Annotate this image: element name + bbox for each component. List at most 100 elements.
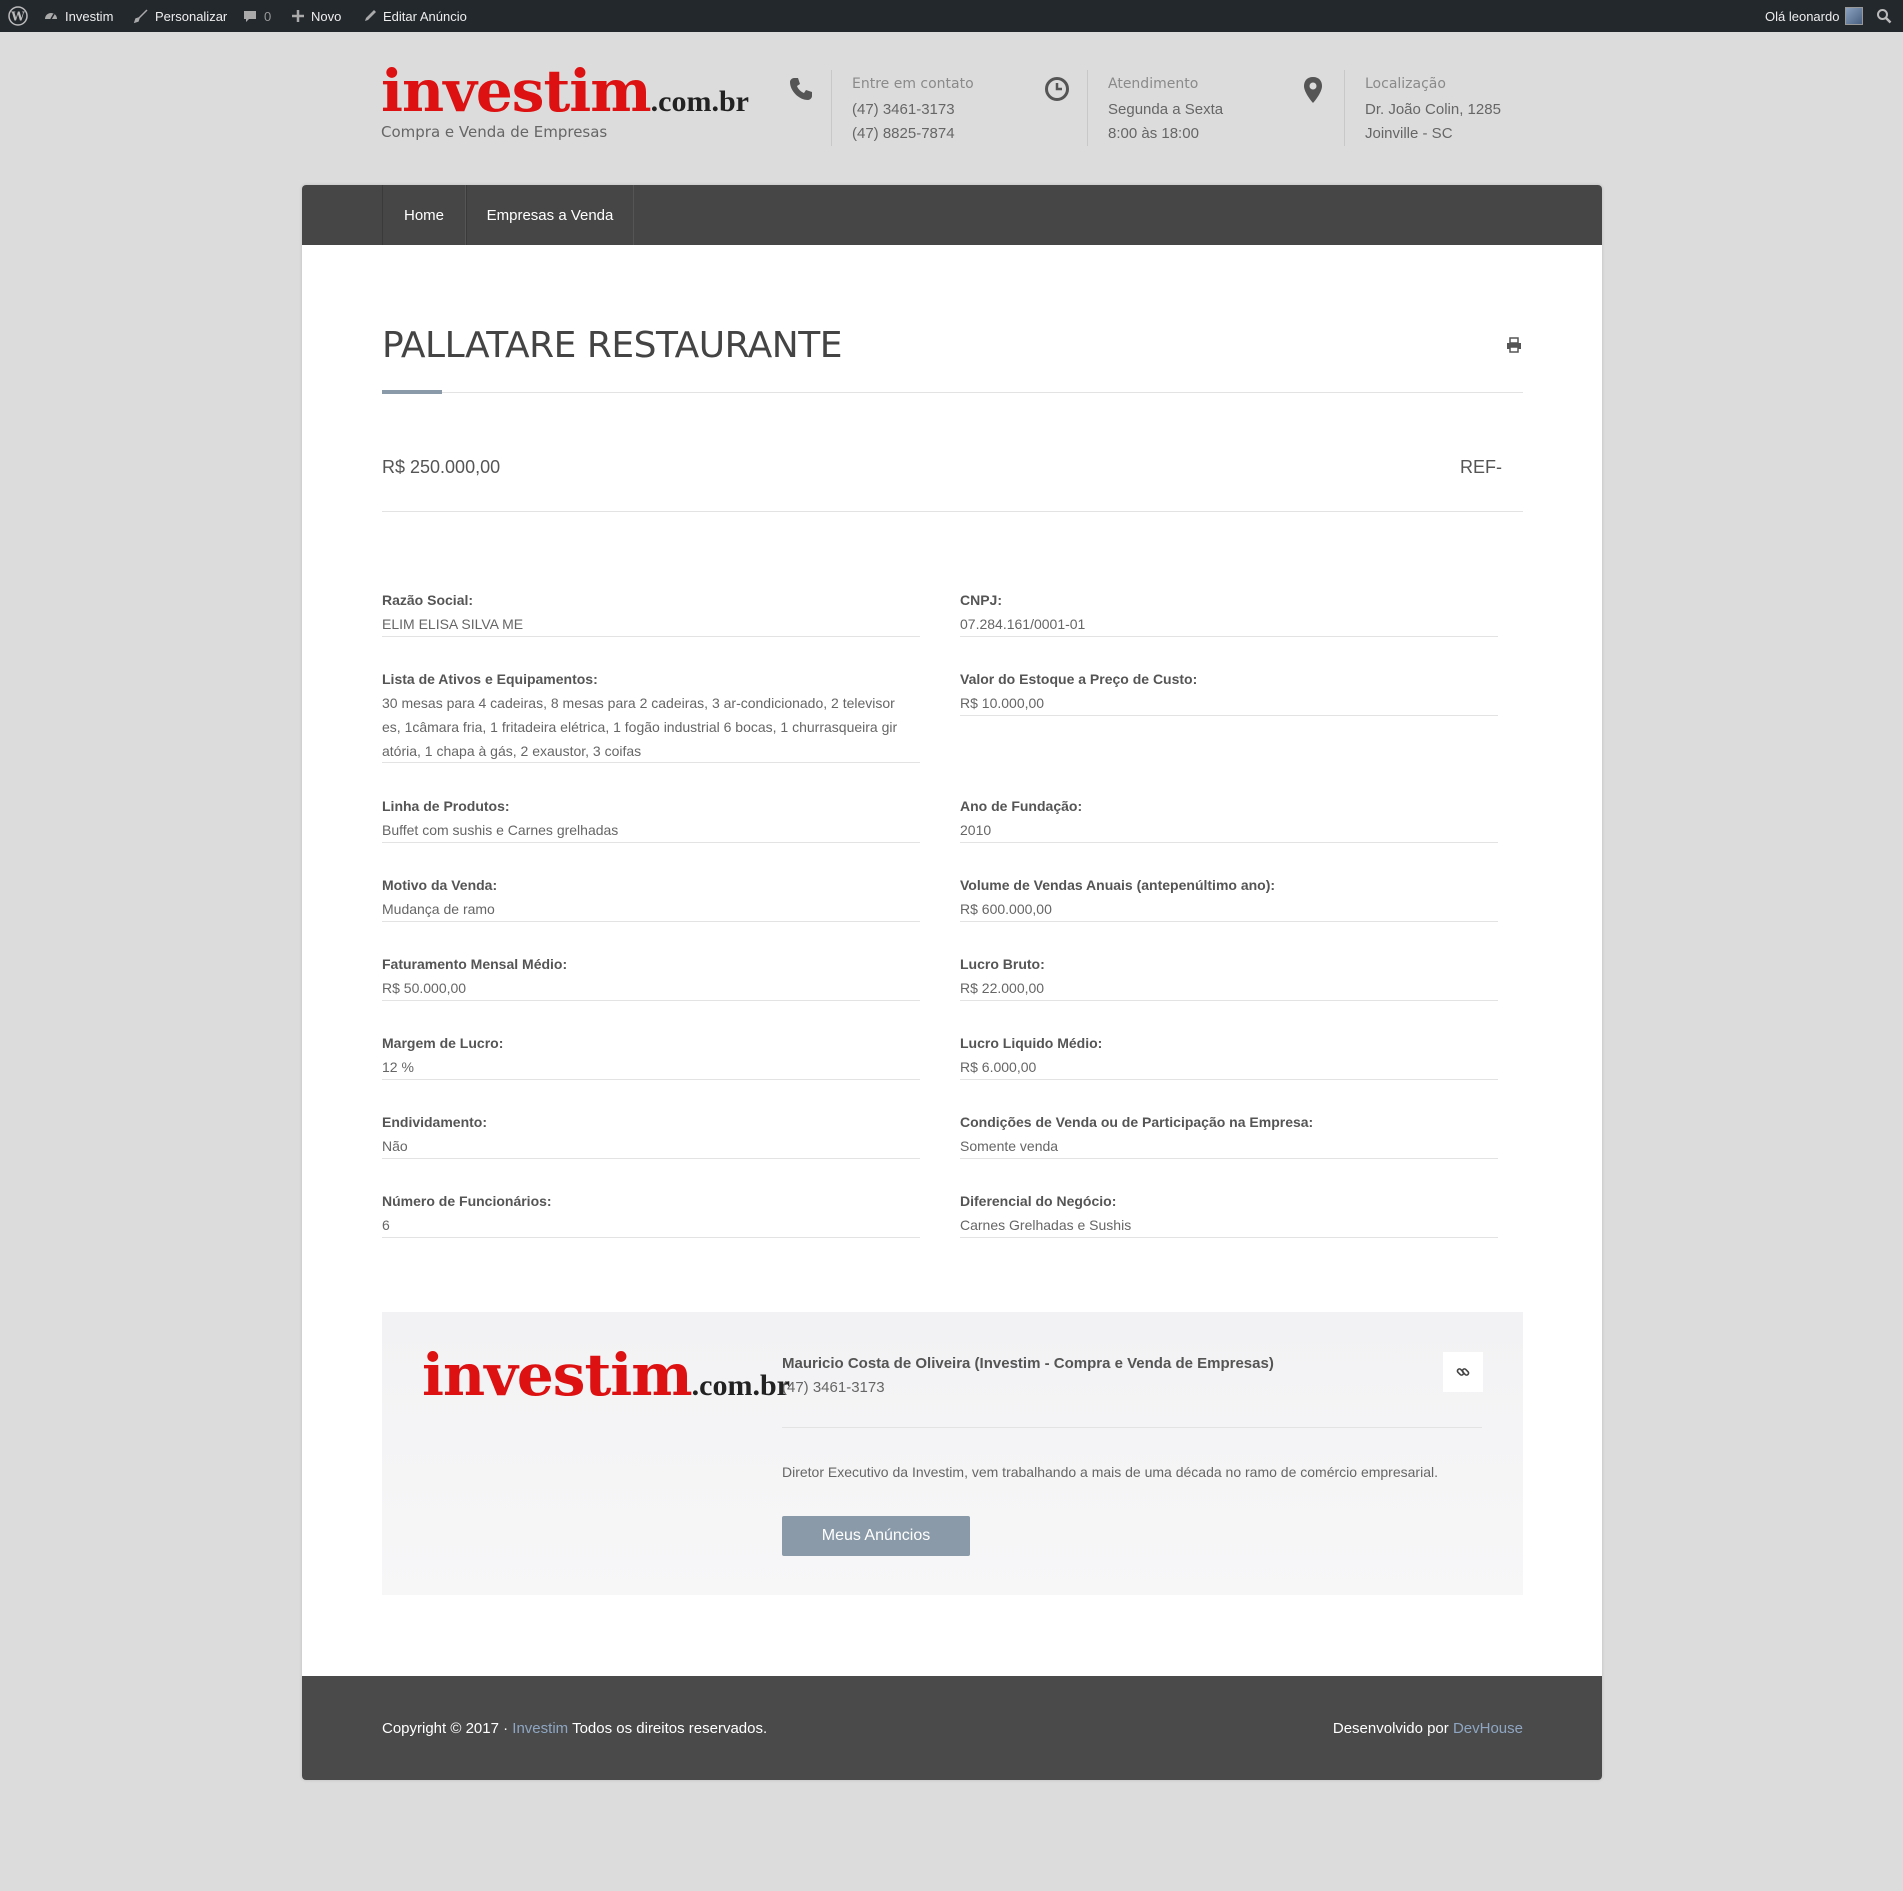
location-city: Joinville - SC <box>1365 125 1453 142</box>
field-cnpj: CNPJ: 07.284.161/0001-01 <box>960 588 1498 637</box>
field-value: Carnes Grelhadas e Sushis <box>960 1217 1132 1233</box>
field-diferencial-do-negocio: Diferencial do Negócio: Carnes Grelhadas… <box>960 1189 1498 1238</box>
phone-icon <box>790 78 812 100</box>
field-label: Faturamento Mensal Médio: <box>382 956 568 972</box>
location-street: Dr. João Colin, 1285 <box>1365 101 1501 118</box>
admin-bar: W Investim Personalizar 0 Novo Editar An… <box>0 0 1903 32</box>
field-label: Lucro Liquido Médio: <box>960 1035 1103 1051</box>
clock-icon <box>1045 77 1069 101</box>
field-lucro-bruto: Lucro Bruto: R$ 22.000,00 <box>960 952 1498 1001</box>
site-logo[interactable]: investim.com.br <box>381 62 749 120</box>
field-motivo-da-venda: Motivo da Venda: Mudança de ramo <box>382 873 920 922</box>
brush-icon <box>133 9 148 24</box>
field-value: ELIM ELISA SILVA ME <box>382 616 524 632</box>
field-margem-de-lucro: Margem de Lucro: 12 % <box>382 1031 920 1080</box>
admin-edit-label: Editar Anúncio <box>383 8 467 24</box>
admin-new-link[interactable]: Novo <box>291 0 341 32</box>
field-lista-de-ativos: Lista de Ativos e Equipamentos: 30 mesas… <box>382 667 920 763</box>
author-name: Mauricio Costa de Oliveira (Investim - C… <box>782 1355 1274 1372</box>
listing-ref: REF- <box>1460 457 1502 477</box>
contact-phone-2: (47) 8825-7874 <box>852 125 955 142</box>
admin-customize-label: Personalizar <box>155 8 228 24</box>
field-label: Lista de Ativos e Equipamentos: <box>382 671 598 687</box>
admin-site-link[interactable]: Investim <box>43 0 113 32</box>
comment-icon <box>244 11 256 22</box>
field-label: Endividamento: <box>382 1114 488 1130</box>
wordpress-logo-icon[interactable]: W <box>8 0 28 32</box>
field-value: 07.284.161/0001-01 <box>960 616 1086 632</box>
field-volume-de-vendas: Volume de Vendas Anuais (antepenúltimo a… <box>960 873 1498 922</box>
field-value-line: 30 mesas para 4 cadeiras, 8 mesas para 2… <box>382 695 895 711</box>
developer-prefix: Desenvolvido por <box>1332 1720 1449 1737</box>
field-label: Lucro Bruto: <box>960 956 1045 972</box>
admin-comments-link[interactable]: 0 <box>242 0 271 32</box>
price-divider <box>382 511 1523 512</box>
hours-days: Segunda a Sexta <box>1108 101 1224 118</box>
hours-label: Atendimento <box>1108 76 1199 92</box>
admin-comments-count: 0 <box>264 8 272 24</box>
copyright-prefix: Copyright © 2017 · <box>382 1720 509 1737</box>
page-title: PALLATARE RESTAURANTE <box>382 325 842 366</box>
listing-price: R$ 250.000,00 <box>382 457 501 477</box>
logo-main-text: investim <box>381 57 652 125</box>
field-label: Número de Funcionários: <box>382 1193 552 1209</box>
field-condicoes-de-venda: Condições de Venda ou de Participação na… <box>960 1110 1498 1159</box>
footer-investim-link[interactable]: Investim <box>512 1720 568 1737</box>
field-value: R$ 6.000,00 <box>960 1059 1037 1075</box>
field-label: Motivo da Venda: <box>382 877 498 893</box>
field-value-line: atória, 1 chapa à gás, 2 exaustor, 3 coi… <box>382 743 642 759</box>
title-accent-bar <box>382 390 442 394</box>
admin-account-menu[interactable]: Olá leonardo <box>1765 0 1864 32</box>
field-value: R$ 10.000,00 <box>960 695 1045 711</box>
field-value: Mudança de ramo <box>382 901 495 917</box>
avatar <box>1845 7 1864 25</box>
admin-new-label: Novo <box>311 8 342 24</box>
field-value: R$ 600.000,00 <box>960 901 1052 917</box>
field-numero-de-funcionarios: Número de Funcionários: 6 <box>382 1189 920 1238</box>
svg-text:W: W <box>10 10 25 24</box>
field-label: Diferencial do Negócio: <box>960 1193 1117 1209</box>
author-divider <box>782 1427 1482 1428</box>
link-icon[interactable] <box>1443 1352 1483 1392</box>
pencil-icon <box>365 10 376 21</box>
title-divider <box>382 392 1523 393</box>
search-icon[interactable] <box>1876 0 1892 32</box>
admin-customize-link[interactable]: Personalizar <box>133 0 227 32</box>
field-label: Valor do Estoque a Preço de Custo: <box>960 671 1198 687</box>
field-value: 2010 <box>960 822 992 838</box>
field-value-line: es, 1câmara fria, 1 fritadeira elétrica,… <box>382 719 898 735</box>
map-pin-icon <box>1304 77 1322 103</box>
admin-greeting: Olá leonardo <box>1765 8 1840 24</box>
field-linha-de-produtos: Linha de Produtos: Buffet com sushis e C… <box>382 794 920 843</box>
contact-phone-1: (47) 3461-3173 <box>852 101 955 118</box>
field-label: Linha de Produtos: <box>382 798 510 814</box>
field-valor-do-estoque: Valor do Estoque a Preço de Custo: R$ 10… <box>960 667 1498 716</box>
field-label: Condições de Venda ou de Participação na… <box>960 1114 1314 1130</box>
field-ano-de-fundacao: Ano de Fundação: 2010 <box>960 794 1498 843</box>
nav-item-home[interactable]: Home <box>382 185 466 245</box>
field-value: 12 % <box>382 1059 414 1075</box>
footer-copyright: Copyright © 2017 · Investim Todos os dir… <box>382 1720 767 1737</box>
site-tagline: Compra e Venda de Empresas <box>381 123 608 141</box>
footer-devhouse-link[interactable]: DevHouse <box>1453 1720 1523 1737</box>
admin-site-name: Investim <box>65 8 114 24</box>
hours-time: 8:00 às 18:00 <box>1108 125 1199 142</box>
field-value: Buffet com sushis e Carnes grelhadas <box>382 822 619 838</box>
field-value: 6 <box>382 1217 390 1233</box>
my-ads-button[interactable]: Meus Anúncios <box>782 1516 970 1556</box>
author-logo-main: investim <box>422 1341 693 1409</box>
author-phone: (47) 3461-3173 <box>782 1379 885 1396</box>
author-description: Diretor Executivo da Investim, vem traba… <box>782 1464 1438 1480</box>
author-logo: investim.com.br <box>422 1346 790 1404</box>
field-razao-social: Razão Social: ELIM ELISA SILVA ME <box>382 588 920 637</box>
admin-edit-link[interactable]: Editar Anúncio <box>363 0 467 32</box>
field-label: Ano de Fundação: <box>960 798 1083 814</box>
location-label: Localização <box>1365 76 1446 92</box>
nav-item-empresas-a-venda[interactable]: Empresas a Venda <box>466 185 634 245</box>
field-label: Margem de Lucro: <box>382 1035 504 1051</box>
field-value: Não <box>382 1138 408 1154</box>
author-logo-suffix: .com.br <box>691 1369 790 1402</box>
print-icon[interactable] <box>1506 337 1522 358</box>
field-label: Razão Social: <box>382 592 474 608</box>
dashboard-icon <box>45 13 57 20</box>
